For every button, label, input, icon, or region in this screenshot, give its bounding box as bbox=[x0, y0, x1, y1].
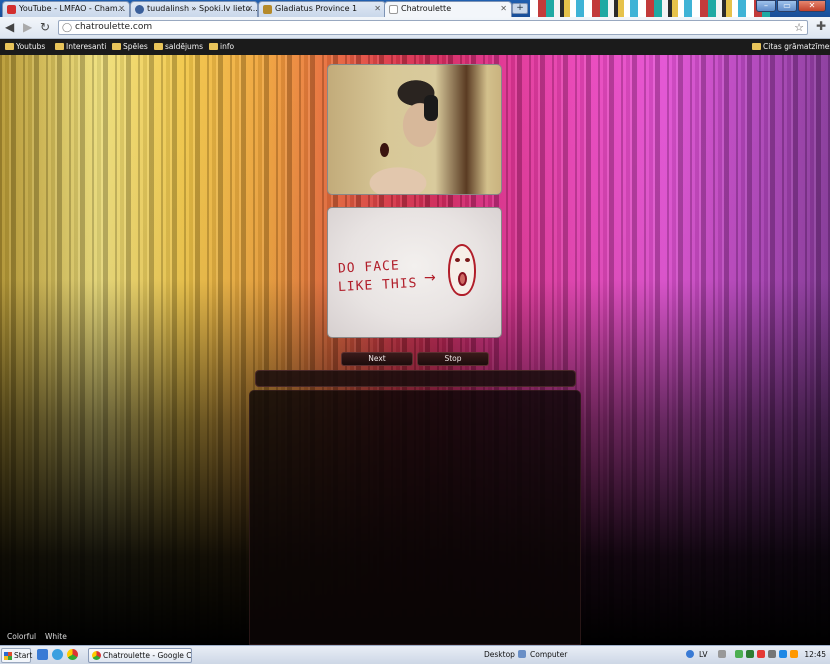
tab-youtube[interactable]: YouTube - LMFAO - Cham... ✕ bbox=[2, 1, 130, 17]
chat-input[interactable] bbox=[255, 370, 576, 387]
page-info-icon: ◯ bbox=[62, 23, 73, 33]
back-icon[interactable]: ◀ bbox=[5, 20, 14, 34]
reload-icon[interactable]: ↻ bbox=[40, 20, 50, 34]
eye-shape bbox=[465, 258, 470, 262]
gladiatus-icon bbox=[263, 5, 272, 14]
close-icon[interactable]: ✕ bbox=[798, 0, 826, 12]
bookmark-folder[interactable]: saldējums bbox=[154, 41, 203, 52]
tab-gladiatus[interactable]: Gladiatus Province 1 ✕ bbox=[258, 1, 386, 17]
window-controls: – ▭ ✕ bbox=[756, 0, 826, 12]
partner-video bbox=[327, 64, 502, 195]
page-icon bbox=[389, 5, 398, 14]
bookmark-label: Youtubs bbox=[16, 42, 46, 51]
bookmark-folder[interactable]: Interesanti bbox=[55, 41, 106, 52]
self-video: DO FACE LIKE THIS → bbox=[327, 207, 502, 338]
bookmark-label: saldējums bbox=[165, 42, 204, 51]
tab-title: Chatroulette bbox=[401, 4, 452, 13]
tab-close-icon[interactable]: ✕ bbox=[118, 2, 125, 16]
tab-strip: YouTube - LMFAO - Cham... ✕ tuudalinsh »… bbox=[0, 0, 830, 17]
folder-icon bbox=[112, 43, 121, 50]
bookmark-folder[interactable]: Youtubs bbox=[5, 41, 45, 52]
next-button[interactable]: Next bbox=[341, 352, 413, 366]
system-clock[interactable]: 12:45 bbox=[804, 650, 826, 659]
other-bookmarks-folder[interactable]: Citas grāmatzīmes bbox=[752, 41, 830, 52]
folder-icon bbox=[5, 43, 14, 50]
chat-log bbox=[249, 390, 581, 645]
language-indicator[interactable]: LV bbox=[699, 650, 708, 659]
start-label: Start bbox=[14, 651, 33, 660]
tab-title: Gladiatus Province 1 bbox=[275, 4, 358, 13]
folder-icon bbox=[154, 43, 163, 50]
bookmarks-bar: Youtubs Interesanti Spēles saldējums inf… bbox=[0, 38, 830, 55]
taskbar-item-label: Chatroulette - Google C... bbox=[103, 651, 192, 660]
volume-icon[interactable] bbox=[768, 650, 776, 658]
tab-title: tuudalinsh » Spoki.lv lieto... bbox=[147, 4, 258, 13]
chrome-icon[interactable] bbox=[67, 649, 78, 660]
network-icon[interactable] bbox=[779, 650, 787, 658]
folder-icon bbox=[752, 43, 761, 50]
tab-spoki[interactable]: tuudalinsh » Spoki.lv lieto... ✕ bbox=[130, 1, 258, 17]
windows-logo-icon bbox=[4, 652, 12, 660]
forward-icon[interactable]: ▶ bbox=[23, 20, 32, 34]
note-line-2: LIKE THIS bbox=[337, 275, 418, 296]
chatroulette-page: DO FACE LIKE THIS → Next Stop Colorful W… bbox=[0, 55, 830, 645]
new-tab-button[interactable]: + bbox=[512, 3, 528, 14]
minimize-icon[interactable]: – bbox=[756, 0, 776, 12]
headphones-shape bbox=[424, 95, 438, 121]
bookmark-label: Interesanti bbox=[66, 42, 107, 51]
eye-shape bbox=[455, 258, 460, 262]
face-drawing-icon bbox=[448, 244, 476, 296]
help-icon[interactable] bbox=[686, 650, 694, 658]
window-frame-pattern bbox=[530, 0, 770, 17]
computer-toolbar[interactable]: Computer bbox=[530, 650, 567, 659]
theme-white-link[interactable]: White bbox=[45, 632, 67, 641]
internet-explorer-icon[interactable] bbox=[52, 649, 63, 660]
start-button[interactable]: Start bbox=[1, 648, 33, 663]
tray-app-icon[interactable] bbox=[757, 650, 765, 658]
bookmark-label: info bbox=[220, 42, 235, 51]
bookmark-star-icon[interactable]: ☆ bbox=[794, 21, 804, 34]
desktop-toolbar[interactable]: Desktop bbox=[484, 650, 515, 659]
youtube-icon bbox=[7, 5, 16, 14]
taskbar-item-chrome[interactable]: Chatroulette - Google C... bbox=[88, 648, 192, 663]
tab-close-icon[interactable]: ✕ bbox=[246, 2, 253, 16]
spoki-icon bbox=[135, 5, 144, 14]
tab-close-icon[interactable]: ✕ bbox=[374, 2, 381, 16]
browser-toolbar: ◀ ▶ ↻ ◯ chatroulette.com ☆ ✚ bbox=[0, 17, 830, 38]
stop-button[interactable]: Stop bbox=[417, 352, 489, 366]
note-arrow: → bbox=[424, 270, 436, 286]
note-line-1: DO FACE bbox=[337, 258, 401, 277]
address-bar[interactable]: ◯ chatroulette.com ☆ bbox=[58, 20, 808, 35]
wrench-menu-icon[interactable]: ✚ bbox=[816, 19, 826, 33]
chrome-icon bbox=[92, 651, 101, 660]
tray-app-icon[interactable] bbox=[790, 650, 798, 658]
bookmark-folder[interactable]: Spēles bbox=[112, 41, 148, 52]
open-mouth-shape bbox=[380, 143, 389, 157]
tab-title: YouTube - LMFAO - Cham... bbox=[19, 4, 126, 13]
tray-arrow-icon[interactable] bbox=[718, 650, 726, 658]
maximize-icon[interactable]: ▭ bbox=[777, 0, 797, 12]
bookmark-label: Spēles bbox=[123, 42, 148, 51]
url-text: chatroulette.com bbox=[75, 22, 153, 32]
tab-close-icon[interactable]: ✕ bbox=[500, 2, 507, 16]
tray-app-icon[interactable] bbox=[746, 650, 754, 658]
folder-icon bbox=[55, 43, 64, 50]
mouth-shape bbox=[458, 272, 467, 286]
tab-chatroulette[interactable]: Chatroulette ✕ bbox=[384, 1, 512, 17]
windows-taskbar: Start Chatroulette - Google C... Desktop… bbox=[0, 645, 830, 664]
folder-icon bbox=[209, 43, 218, 50]
tray-app-icon[interactable] bbox=[735, 650, 743, 658]
show-desktop-icon[interactable] bbox=[37, 649, 48, 660]
computer-icon bbox=[518, 650, 526, 658]
theme-colorful-link[interactable]: Colorful bbox=[7, 632, 36, 641]
bookmark-label: Citas grāmatzīmes bbox=[763, 42, 830, 51]
bookmark-folder[interactable]: info bbox=[209, 41, 234, 52]
